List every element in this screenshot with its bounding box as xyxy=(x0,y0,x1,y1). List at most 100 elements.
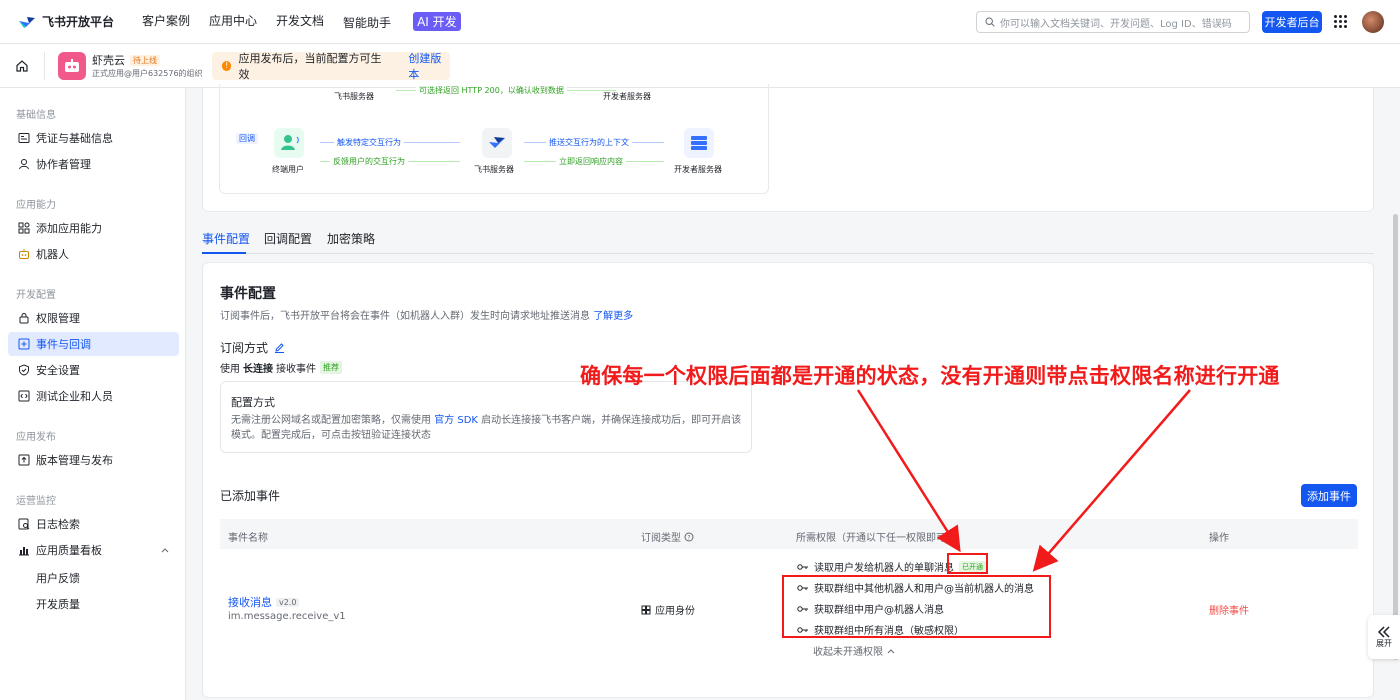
sidebar-item-bot[interactable]: 机器人 xyxy=(8,242,179,266)
home-icon[interactable] xyxy=(15,59,29,73)
events-table-header: 事件名称 订阅类型 ? 所需权限（开通以下任一权限即可） 操作 xyxy=(220,519,1358,549)
sidebar-group-dev-config: 开发配置 xyxy=(16,290,56,301)
help-icon[interactable]: ? xyxy=(684,532,694,542)
dev-server-icon xyxy=(684,128,714,158)
config-method-box: 配置方式 无需注册公网域名或配置加密策略，仅需使用 官方 SDK 启动长连接接飞… xyxy=(220,381,752,453)
double-chevron-left-icon xyxy=(1377,625,1390,638)
annotation-highlight-unopened xyxy=(782,575,1051,638)
subscription-method: 订阅方式 xyxy=(220,339,285,356)
feishu-logo-icon xyxy=(19,16,35,28)
key-icon xyxy=(797,563,808,570)
search-input[interactable]: 你可以输入文档关键词、开发问题、Log ID、错误码 xyxy=(976,11,1250,33)
sidebar-item-logs[interactable]: 日志检索 xyxy=(8,512,179,536)
added-events-title: 已添加事件 xyxy=(220,489,281,503)
event-name-text: 接收消息 xyxy=(228,596,272,609)
delete-event-link[interactable]: 删除事件 xyxy=(1209,602,1249,617)
sidebar-item-label: 应用质量看板 xyxy=(36,544,102,557)
subscription-mode: 使用 长连接 接收事件 推荐 xyxy=(220,360,342,375)
cfg-text-1: 无需注册公网域名或配置加密策略，仅需使用 xyxy=(231,415,431,426)
collapse-permissions-toggle[interactable]: 收起未开通权限 xyxy=(813,643,895,658)
nav-dev-docs[interactable]: 开发文档 xyxy=(276,12,324,31)
sidebar-item-label: 凭证与基础信息 xyxy=(36,132,113,145)
app-name-text: 虾壳云 xyxy=(92,54,125,67)
diagram-dev-server-label: 开发者服务器 xyxy=(603,92,651,101)
logo-text: 飞书开放平台 xyxy=(42,15,115,29)
config-method-title: 配置方式 xyxy=(231,396,275,409)
sidebar-subitem-feedback[interactable]: 用户反馈 xyxy=(36,570,80,586)
sidebar-item-label: 日志检索 xyxy=(36,518,80,531)
bar-chart-icon xyxy=(19,547,29,556)
scrollbar-thumb[interactable] xyxy=(1393,214,1398,660)
app-identity-icon xyxy=(641,605,651,614)
warning-icon: ! xyxy=(222,61,232,71)
sidebar-item-events-callbacks[interactable]: 事件与回调 xyxy=(8,332,179,356)
th-subscription-type-label: 订阅类型 xyxy=(641,533,681,544)
subscription-type-text: 应用身份 xyxy=(655,606,695,617)
sidebar-item-label: 事件与回调 xyxy=(36,338,91,351)
tab-encryption[interactable]: 加密策略 xyxy=(327,230,375,247)
sidebar-item-label: 协作者管理 xyxy=(36,158,91,171)
th-actions: 操作 xyxy=(1209,533,1229,544)
tab-callback-config[interactable]: 回调配置 xyxy=(264,230,312,247)
top-bar: 飞书开放平台 客户案例 应用中心 开发文档 智能助手 AI 开发 你可以输入文档关… xyxy=(0,0,1400,44)
event-config-title: 事件配置 xyxy=(220,286,276,302)
add-capability-icon xyxy=(18,222,30,234)
subscription-type: 应用身份 xyxy=(641,602,695,617)
edit-icon[interactable] xyxy=(274,342,285,353)
sidebar-item-permissions[interactable]: 权限管理 xyxy=(8,306,179,330)
sidebar-group-monitoring: 运营监控 xyxy=(16,496,56,507)
expand-label: 展开 xyxy=(1376,638,1392,648)
sidebar-item-security[interactable]: 安全设置 xyxy=(8,358,179,382)
code-icon xyxy=(18,390,30,402)
expand-panel-button[interactable]: 展开 xyxy=(1368,615,1400,659)
sidebar-item-versions[interactable]: 版本管理与发布 xyxy=(8,448,179,472)
official-sdk-link[interactable]: 官方 SDK xyxy=(434,415,478,426)
apps-grid-icon[interactable] xyxy=(1334,15,1348,29)
nav-customer-cases[interactable]: 客户案例 xyxy=(142,12,190,31)
sidebar-item-test-tenants[interactable]: 测试企业和人员 xyxy=(8,384,179,408)
sidebar-item-credentials[interactable]: 凭证与基础信息 xyxy=(8,126,179,150)
add-event-button[interactable]: 添加事件 xyxy=(1301,484,1357,507)
sidebar-item-label: 测试企业和人员 xyxy=(36,390,113,403)
collapse-label: 收起未开通权限 xyxy=(813,647,883,658)
permission-label: 读取用户发给机器人的单聊消息 xyxy=(814,563,954,574)
active-tab-indicator xyxy=(202,252,246,254)
event-name-link[interactable]: 接收消息 v2.0 xyxy=(228,594,300,610)
upload-icon xyxy=(18,454,30,466)
sidebar-item-collaborators[interactable]: 协作者管理 xyxy=(8,152,179,176)
sidebar-item-quality-board[interactable]: 应用质量看板 xyxy=(8,538,179,562)
user-icon xyxy=(19,159,29,170)
flow-diagram-card: 飞书服务器 可选择返回 HTTP 200，以确认收到数据 开发者服务器 回调 终… xyxy=(202,84,1374,212)
dev-console-button[interactable]: 开发者后台 xyxy=(1262,11,1322,33)
chevron-up-icon[interactable] xyxy=(160,546,170,554)
config-method-text: 无需注册公网域名或配置加密策略，仅需使用 官方 SDK 启动长连接接飞书客户端，… xyxy=(231,413,751,443)
nav-app-center[interactable]: 应用中心 xyxy=(209,12,257,31)
sidebar-item-label: 添加应用能力 xyxy=(36,222,102,235)
mode-name: 长连接 xyxy=(243,364,273,375)
diagram-flow-trigger: 触发特定交互行为 xyxy=(334,137,404,148)
svg-text:?: ? xyxy=(687,534,690,541)
annotation-text: 确保每一个权限后面都是开通的状态，没有开通则带点击权限名称进行开通 xyxy=(580,364,1280,388)
recommended-badge: 推荐 xyxy=(320,361,342,374)
diagram-callback-tag: 回调 xyxy=(236,133,258,144)
sidebar-item-add-capability[interactable]: 添加应用能力 xyxy=(8,216,179,240)
end-user-icon xyxy=(274,128,304,158)
tab-event-config[interactable]: 事件配置 xyxy=(202,230,250,247)
sidebar-item-label: 权限管理 xyxy=(36,312,80,325)
create-version-link[interactable]: 创建版本 xyxy=(408,50,450,82)
version-badge: v2.0 xyxy=(276,597,300,607)
lock-icon xyxy=(19,313,29,324)
diagram-flow-response: 立即返回响应内容 xyxy=(556,156,626,167)
learn-more-link[interactable]: 了解更多 xyxy=(593,311,633,322)
search-placeholder: 你可以输入文档关键词、开发问题、Log ID、错误码 xyxy=(1000,18,1232,30)
th-subscription-type: 订阅类型 ? xyxy=(641,529,694,544)
annotation-highlight-opened xyxy=(947,553,988,574)
logo[interactable]: 飞书开放平台 xyxy=(18,13,136,30)
user-avatar[interactable] xyxy=(1362,11,1384,33)
config-tabs: 事件配置 回调配置 加密策略 xyxy=(202,230,1374,254)
th-event-name: 事件名称 xyxy=(228,533,268,544)
notice-text: 应用发布后，当前配置方可生效 xyxy=(238,52,382,81)
nav-ai-assistant[interactable]: 智能助手 AI 开发 xyxy=(343,12,480,31)
sidebar-subitem-dev-quality[interactable]: 开发质量 xyxy=(36,596,80,612)
shield-icon xyxy=(19,364,29,376)
